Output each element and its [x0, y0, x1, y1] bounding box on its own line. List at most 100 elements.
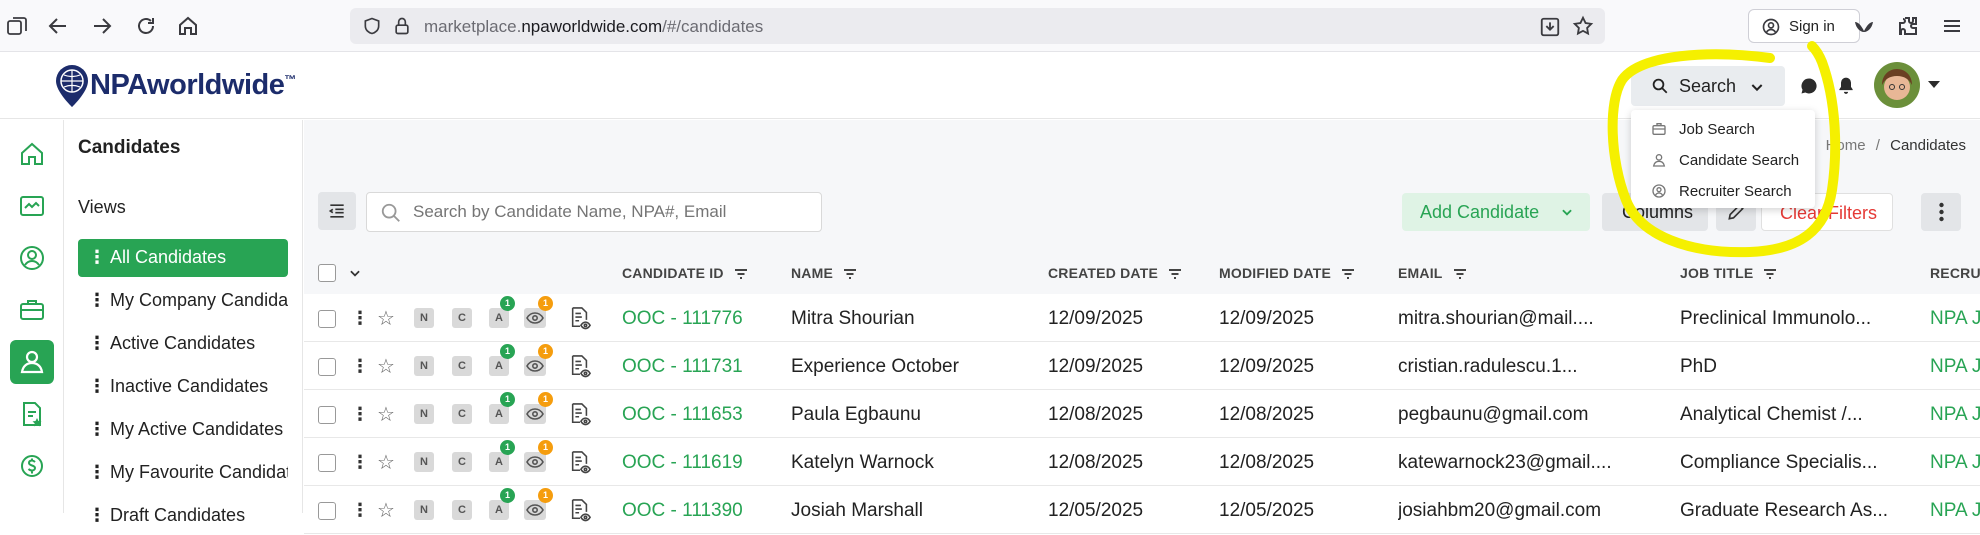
contact-badge[interactable]: C	[452, 404, 472, 424]
activity-badge[interactable]: A	[489, 404, 509, 424]
sign-in-button[interactable]: Sign in	[1748, 9, 1860, 43]
favourite-star-icon[interactable]: ☆	[377, 450, 395, 475]
forward-icon[interactable]	[90, 14, 114, 38]
resume-preview-icon[interactable]	[569, 498, 591, 522]
drag-handle-icon[interactable]: ⋮	[88, 419, 106, 440]
row-actions-menu-icon[interactable]: ⋮	[351, 500, 369, 521]
column-header-candidate-id[interactable]: CANDIDATE ID	[622, 265, 748, 281]
npa-globe-logo-icon[interactable]	[54, 63, 90, 109]
note-badge[interactable]: N	[414, 500, 434, 520]
column-header-created-date[interactable]: CREATED DATE	[1048, 265, 1182, 281]
reload-icon[interactable]	[134, 14, 158, 38]
filter-icon[interactable]	[734, 268, 748, 280]
favourite-star-icon[interactable]: ☆	[377, 498, 395, 523]
table-row[interactable]: ⋮ ☆ N C A 1 1 OOC - 111619 Katelyn Warnock 12/08/…	[304, 438, 1980, 486]
cell-recruiter[interactable]: NPA J	[1930, 452, 1980, 474]
drag-handle-icon[interactable]: ⋮	[88, 290, 106, 311]
table-row[interactable]: ⋮ ☆ N C A 1 1 OOC - 111731 Experience October 12/…	[304, 342, 1980, 390]
column-header-email[interactable]: EMAIL	[1398, 265, 1467, 281]
rail-person-icon[interactable]	[10, 236, 54, 280]
url-text[interactable]: marketplace.npaworldwide.com/#/candidate…	[424, 17, 763, 37]
view-item-draft[interactable]: ⋮ Draft Candidates	[78, 497, 288, 535]
drag-handle-icon[interactable]: ⋮	[88, 505, 106, 526]
note-badge[interactable]: N	[414, 308, 434, 328]
cell-candidate-id[interactable]: OOC - 111619	[622, 452, 743, 474]
drag-handle-icon[interactable]: ⋮	[88, 462, 106, 483]
row-checkbox[interactable]	[318, 454, 336, 472]
contact-badge[interactable]: C	[452, 500, 472, 520]
favourite-star-icon[interactable]: ☆	[377, 306, 395, 331]
cell-recruiter[interactable]: NPA J	[1930, 356, 1980, 378]
add-candidate-button[interactable]: Add Candidate	[1402, 193, 1590, 231]
cell-recruiter[interactable]: NPA J	[1930, 308, 1980, 330]
column-header-name[interactable]: NAME	[791, 265, 857, 281]
back-icon[interactable]	[46, 14, 70, 38]
cell-candidate-id[interactable]: OOC - 111390	[622, 500, 743, 522]
rail-briefcase-icon[interactable]	[10, 288, 54, 332]
views-eye-icon[interactable]	[524, 356, 546, 376]
menu-item-recruiter-search[interactable]: Recruiter Search	[1631, 176, 1815, 206]
tab-overview-icon[interactable]	[5, 14, 29, 38]
resume-preview-icon[interactable]	[569, 306, 591, 330]
row-checkbox[interactable]	[318, 502, 336, 520]
bulk-actions-chevron-icon[interactable]	[348, 266, 362, 280]
home-icon[interactable]	[176, 14, 200, 38]
filter-icon[interactable]	[843, 268, 857, 280]
cell-candidate-id[interactable]: OOC - 111776	[622, 308, 743, 330]
view-item-my-active[interactable]: ⋮ My Active Candidates	[78, 411, 288, 449]
bookmark-star-icon[interactable]	[1572, 15, 1594, 37]
chat-bubble-icon[interactable]	[1799, 76, 1819, 96]
view-item-inactive[interactable]: ⋮ Inactive Candidates	[78, 368, 288, 406]
activity-badge[interactable]: A	[489, 452, 509, 472]
logo-text[interactable]: NPAworldwide™	[90, 69, 296, 102]
table-row[interactable]: ⋮ ☆ N C A 1 1 OOC - 111776 Mitra Shourian 12/09/2…	[304, 294, 1980, 342]
rail-home-icon[interactable]	[10, 132, 54, 176]
filter-icon[interactable]	[1168, 268, 1182, 280]
user-avatar[interactable]	[1873, 61, 1921, 109]
column-header-modified-date[interactable]: MODIFIED DATE	[1219, 265, 1355, 281]
lock-icon[interactable]	[392, 16, 412, 36]
row-actions-menu-icon[interactable]: ⋮	[351, 404, 369, 425]
view-item-all-candidates[interactable]: ⋮ All Candidates	[78, 239, 288, 277]
extensions-puzzle-icon[interactable]	[1896, 14, 1920, 38]
contact-badge[interactable]: C	[452, 356, 472, 376]
menu-hamburger-icon[interactable]	[1940, 14, 1964, 38]
avatar-caret-down-icon[interactable]	[1928, 79, 1940, 89]
note-badge[interactable]: N	[414, 404, 434, 424]
drag-handle-icon[interactable]: ⋮	[88, 247, 106, 268]
views-eye-icon[interactable]	[524, 452, 546, 472]
rail-handshake-icon[interactable]	[10, 184, 54, 228]
views-eye-icon[interactable]	[524, 404, 546, 424]
favourite-star-icon[interactable]: ☆	[377, 354, 395, 379]
more-options-button[interactable]	[1921, 193, 1961, 231]
cell-candidate-id[interactable]: OOC - 111731	[622, 356, 743, 378]
row-checkbox[interactable]	[318, 358, 336, 376]
views-eye-icon[interactable]	[524, 500, 546, 520]
tracking-shield-icon[interactable]	[362, 16, 382, 36]
table-row[interactable]: ⋮ ☆ N C A 1 1 OOC - 111390 Josiah Marshall 12/05/…	[304, 486, 1980, 534]
rail-candidates-icon[interactable]	[10, 340, 54, 384]
drag-handle-icon[interactable]: ⋮	[88, 376, 106, 397]
column-header-recruiter[interactable]: RECRU	[1930, 265, 1980, 281]
rail-document-star-icon[interactable]	[10, 392, 54, 436]
note-badge[interactable]: N	[414, 452, 434, 472]
filter-icon[interactable]	[1341, 268, 1355, 280]
menu-item-job-search[interactable]: Job Search	[1631, 114, 1815, 144]
resume-preview-icon[interactable]	[569, 402, 591, 426]
favourite-star-icon[interactable]: ☆	[377, 402, 395, 427]
row-actions-menu-icon[interactable]: ⋮	[351, 356, 369, 377]
activity-badge[interactable]: A	[489, 356, 509, 376]
cell-recruiter[interactable]: NPA J	[1930, 500, 1980, 522]
menu-item-candidate-search[interactable]: Candidate Search	[1631, 145, 1815, 175]
resume-preview-icon[interactable]	[569, 450, 591, 474]
cell-recruiter[interactable]: NPA J	[1930, 404, 1980, 426]
row-actions-menu-icon[interactable]: ⋮	[351, 308, 369, 329]
download-page-icon[interactable]	[1539, 16, 1561, 38]
breadcrumb-home-link[interactable]: Home	[1826, 137, 1866, 154]
row-checkbox[interactable]	[318, 406, 336, 424]
contact-badge[interactable]: C	[452, 308, 472, 328]
column-header-job-title[interactable]: JOB TITLE	[1680, 265, 1777, 281]
toggle-views-panel-button[interactable]	[318, 192, 356, 230]
candidate-search-input[interactable]	[366, 192, 822, 232]
extension-leaf-icon[interactable]	[1852, 14, 1876, 38]
